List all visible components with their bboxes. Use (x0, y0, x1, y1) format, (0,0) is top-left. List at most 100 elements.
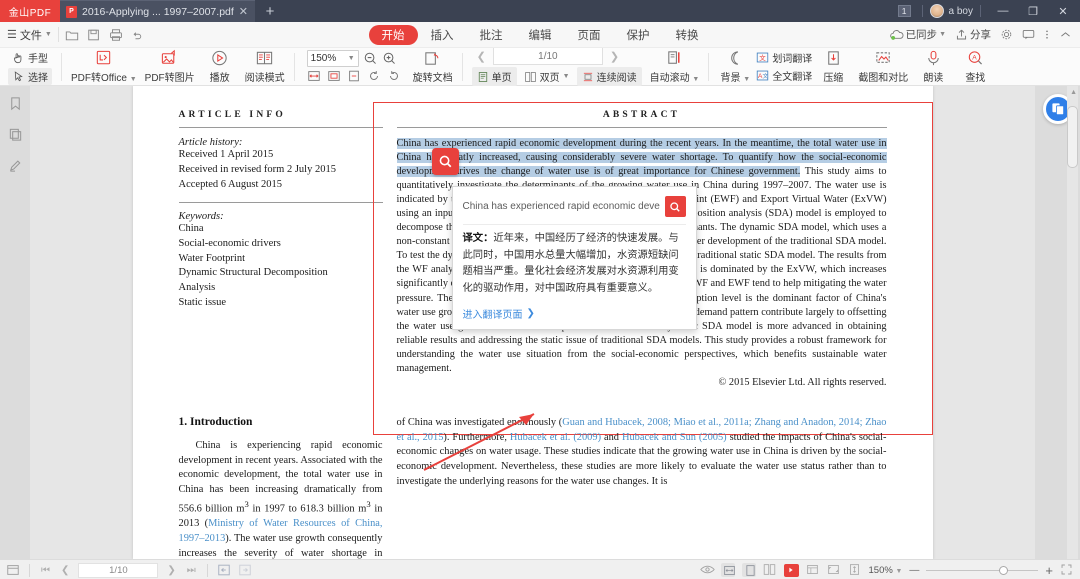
next-view-button[interactable] (238, 563, 252, 577)
play-button[interactable]: 播放 (199, 48, 241, 85)
zoom-slider[interactable] (926, 570, 1038, 571)
hand-tool-button[interactable]: 手型 (8, 49, 52, 66)
prev-page-button[interactable]: ❮ (472, 50, 491, 63)
toggle-sidebar-button[interactable] (6, 563, 20, 577)
ribbon-tab-comment[interactable]: 批注 (467, 25, 516, 45)
double-page-button[interactable]: 双页 ▼ (519, 67, 575, 86)
status-page-input[interactable]: 1/10 (78, 563, 158, 578)
avatar[interactable] (930, 4, 944, 18)
article-history-item: Accepted 6 August 2015 (179, 178, 383, 193)
pdf-to-image-button[interactable]: PDF转图片 (141, 48, 199, 85)
fit-height-view-button[interactable] (848, 563, 862, 577)
thumbnail-panel-button[interactable] (8, 127, 23, 142)
ribbon-tab-start[interactable]: 开始 (369, 25, 418, 45)
file-menu-button[interactable]: ☰ 文件 ▼ (0, 27, 52, 43)
feedback-button[interactable] (1022, 28, 1035, 41)
document-tab[interactable]: P 2016-Applying ... 1997–2007.pdf ✕ (60, 0, 255, 22)
single-page-button[interactable]: 单页 (472, 67, 517, 86)
username-label: a boy (949, 6, 973, 17)
minimize-button[interactable]: — (988, 0, 1018, 22)
continuous-read-button[interactable]: 连续阅读 (577, 67, 642, 86)
translate-query-input[interactable] (463, 201, 660, 212)
zoom-out-button[interactable] (363, 51, 378, 66)
prev-view-button[interactable] (217, 563, 231, 577)
thumbnail-view-button[interactable] (806, 563, 820, 577)
settings-button[interactable] (1000, 28, 1013, 41)
compress-button[interactable]: 压缩 (812, 48, 854, 85)
presentation-mode-button[interactable] (784, 564, 799, 577)
moon-icon (726, 49, 745, 68)
rotate-right-button[interactable] (387, 69, 402, 84)
more-options-button[interactable] (1044, 28, 1050, 41)
zoom-level-select[interactable]: 150% ▼ (307, 50, 359, 67)
last-page-button[interactable]: ⏭ (185, 565, 198, 576)
zoom-out-slider-button[interactable]: — (909, 565, 919, 576)
read-mode-button[interactable]: 阅读模式 (241, 48, 289, 85)
rotate-left-button[interactable] (367, 69, 382, 84)
vertical-scrollbar-thumb[interactable] (1067, 106, 1078, 168)
share-button[interactable]: 分享 (955, 27, 991, 42)
zoom-in-button[interactable] (382, 51, 397, 66)
actual-size-button[interactable] (347, 69, 362, 84)
ribbon-tab-insert[interactable]: 插入 (418, 25, 467, 45)
next-page-button[interactable]: ❯ (605, 50, 624, 63)
pdf-to-office-button[interactable]: PDF转Office ▼ (67, 48, 141, 85)
fit-page-view-button[interactable] (827, 563, 841, 577)
citation-link[interactable]: Hubacek and Sun (2005) (622, 432, 727, 443)
collapse-ribbon-button[interactable] (1059, 28, 1072, 41)
ribbon-tab-page[interactable]: 页面 (565, 25, 614, 45)
open-translate-page-link[interactable]: 进入翻译页面 ❯ (463, 306, 686, 321)
scroll-up-icon[interactable]: ▲ (1070, 89, 1077, 96)
article-info-heading: ARTICLE INFO (179, 110, 383, 120)
new-tab-button[interactable]: + (255, 0, 285, 22)
fit-width-button[interactable] (307, 69, 322, 84)
save-icon[interactable] (87, 28, 101, 42)
background-button[interactable]: 背景 ▼ (714, 48, 756, 85)
eye-protection-button[interactable] (700, 563, 714, 577)
prev-page-button[interactable]: ❮ (59, 565, 71, 576)
rotate-document-icon (423, 49, 442, 68)
undo-icon[interactable] (131, 28, 145, 42)
fullscreen-button[interactable] (1060, 563, 1074, 577)
next-page-button[interactable]: ❯ (165, 565, 177, 576)
select-tool-button[interactable]: 选择 (8, 68, 52, 85)
keyword-item: Dynamic Structural Decomposition (179, 266, 383, 281)
auto-scroll-button[interactable]: 自动滚动 ▼ (646, 48, 704, 85)
left-sidebar (0, 86, 30, 559)
zoom-slider-knob[interactable] (999, 566, 1008, 575)
single-page-view-button[interactable] (742, 563, 756, 577)
page-number-input[interactable]: 1/10 (493, 47, 603, 65)
read-aloud-button[interactable]: 朗读 (912, 48, 954, 85)
ribbon-tab-convert[interactable]: 转换 (663, 25, 712, 45)
bookmark-panel-button[interactable] (8, 96, 23, 111)
maximize-button[interactable]: ❐ (1018, 0, 1048, 22)
document-canvas[interactable]: ARTICLE INFO Article history: Received 1… (30, 86, 1035, 559)
print-icon[interactable] (109, 28, 123, 42)
full-translate-button[interactable]: A文 全文翻译 (756, 68, 812, 83)
close-window-button[interactable]: ✕ (1048, 0, 1078, 22)
inline-search-button[interactable] (432, 148, 459, 175)
continuous-read-icon (582, 71, 594, 83)
pdf-file-icon: P (66, 6, 77, 18)
find-button[interactable]: A 查找 (954, 48, 996, 85)
status-zoom-value[interactable]: 150% ▼ (869, 565, 903, 576)
pdf-to-office-icon (94, 49, 113, 68)
first-page-button[interactable]: ⏮ (39, 565, 52, 576)
rotate-document-button[interactable]: 旋转文档 (409, 48, 457, 85)
ribbon-tab-protect[interactable]: 保护 (614, 25, 663, 45)
translate-popup[interactable]: 译文：近年来，中国经历了经济的快速发展。与此同时，中国用水总量大幅增加，水资源短… (452, 186, 697, 330)
translate-search-button[interactable] (665, 196, 686, 217)
double-page-view-button[interactable] (763, 563, 777, 577)
open-folder-icon[interactable] (65, 28, 79, 42)
fit-view-button[interactable] (721, 563, 735, 577)
ribbon-tab-edit[interactable]: 编辑 (516, 25, 565, 45)
screenshot-compare-button[interactable]: 截图和对比 (854, 48, 912, 85)
chevron-down-icon: ▼ (130, 76, 137, 83)
annotation-panel-button[interactable] (8, 158, 23, 173)
fit-page-button[interactable] (327, 69, 342, 84)
cloud-sync-button[interactable]: 已同步 ▼ (889, 27, 946, 42)
close-tab-icon[interactable]: ✕ (239, 5, 248, 18)
zoom-in-slider-button[interactable]: + (1045, 563, 1053, 578)
more-icon (1044, 28, 1050, 41)
word-translate-button[interactable]: 文 划词翻译 (756, 50, 812, 65)
